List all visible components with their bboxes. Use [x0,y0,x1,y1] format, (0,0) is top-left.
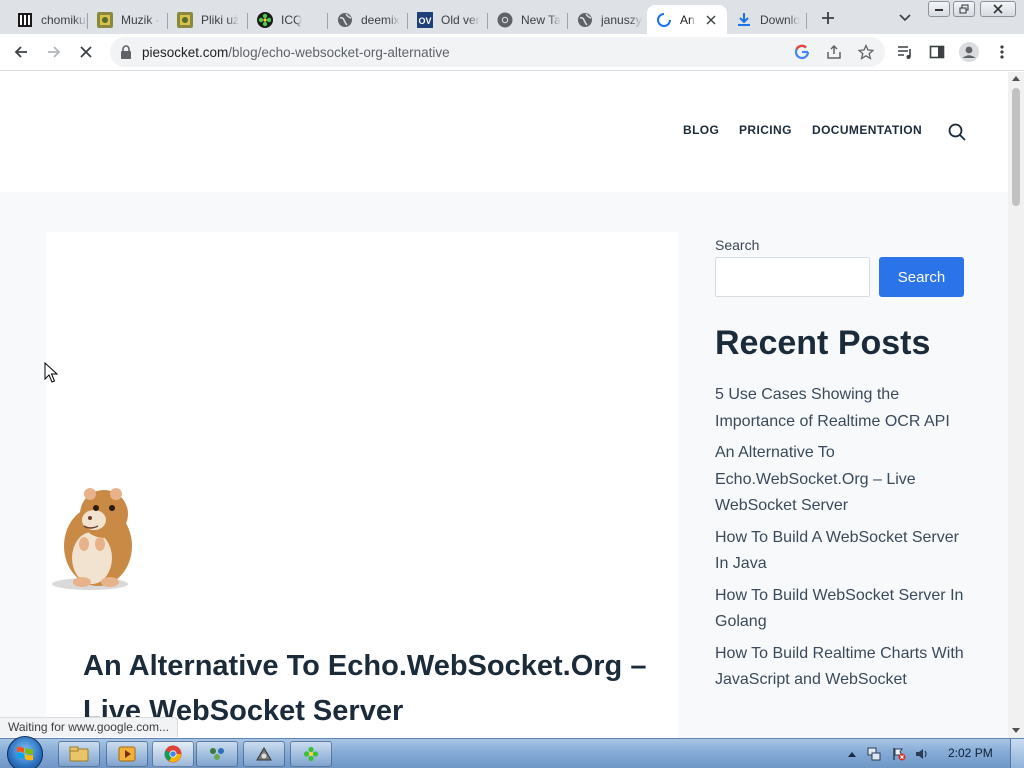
tab-title: New Ta [521,12,561,27]
puzzle-icon [97,11,113,28]
nav-blog[interactable]: BLOG [683,123,719,137]
lock-icon[interactable] [118,44,134,60]
recent-post-link[interactable]: 5 Use Cases Showing the Importance of Re… [715,382,965,435]
tab-old-version[interactable]: OV Old ver [408,5,488,34]
nav-documentation[interactable]: DOCUMENTATION [812,123,922,137]
search-button[interactable]: Search [879,257,964,297]
minimize-window-button[interactable] [928,1,950,17]
tab-title: januszy [601,12,642,27]
tab-icq[interactable]: ICQ [248,5,328,34]
taskbar-icq-icon[interactable] [290,741,332,767]
tab-januszy[interactable]: januszy [568,5,648,34]
taskbar-network-icon[interactable] [196,741,238,767]
show-hidden-icons-icon[interactable] [845,747,859,761]
tray-network-icon[interactable] [867,747,881,761]
tab-title: Muzik - [121,12,160,27]
tab-title: ICQ [281,12,303,27]
tab-title: An [680,12,695,27]
taskbar-chrome-icon[interactable] [152,741,194,767]
share-icon[interactable] [824,42,844,62]
svg-text:OV: OV [419,16,432,26]
tab-title: Downlo [760,12,801,27]
media-controls-icon[interactable] [892,39,918,65]
url-host: piesocket.com [142,45,229,60]
tab-new-tab[interactable]: New Ta [488,5,568,34]
tab-title: chomikuj [41,12,88,27]
recent-post-link[interactable]: How To Build WebSocket Server In Golang [715,583,965,636]
ov-icon: OV [417,11,433,28]
restore-window-button[interactable] [953,1,975,17]
recent-post-link[interactable]: How To Build Realtime Charts With JavaSc… [715,641,965,694]
site-header: BLOG PRICING DOCUMENTATION [0,72,1008,192]
side-panel-icon[interactable] [924,39,950,65]
recent-posts-list: 5 Use Cases Showing the Importance of Re… [715,382,965,699]
puzzle-icon [177,11,193,28]
search-label: Search [715,237,760,253]
windows-taskbar: 2:02 PM [0,736,1024,768]
mouse-cursor-icon [44,361,59,384]
tray-flag-alert-icon[interactable] [892,747,906,761]
download-icon [736,12,752,28]
taskbar-explorer-icon[interactable] [58,741,100,767]
taskbar-app-icon[interactable] [243,741,285,767]
new-tab-button[interactable] [817,7,839,29]
chrome-icon [497,12,513,28]
url-path: /blog/echo-websocket-org-alternative [228,45,450,60]
search-input[interactable] [715,257,870,297]
scroll-up-arrow-icon[interactable] [1012,76,1020,81]
recent-posts-heading: Recent Posts [715,324,931,362]
back-button[interactable] [8,39,34,65]
tab-title: deemix [361,12,400,27]
scroll-down-arrow-icon[interactable] [1012,728,1020,733]
recent-post-link[interactable]: An Alternative To Echo.WebSocket.Org – L… [715,440,965,520]
tab-strip: chomikuj Muzik - Pliki uż ICQ deemix OV … [0,0,1024,34]
search-icon[interactable] [947,122,967,142]
icq-flower-icon [257,11,273,28]
volume-icon[interactable] [915,747,929,761]
globe-icon [337,12,353,28]
nav-pricing[interactable]: PRICING [739,123,792,137]
globe-icon [577,12,593,28]
bookmark-star-icon[interactable] [856,42,876,62]
tab-deemix[interactable]: deemix [328,5,408,34]
taskbar-clock[interactable]: 2:02 PM [948,746,993,760]
recent-post-link[interactable]: How To Build A WebSocket Server In Java [715,525,965,578]
address-bar[interactable]: piesocket.com/blog/echo-websocket-org-al… [110,37,885,67]
page-viewport: BLOG PRICING DOCUMENTATION An Alternativ… [0,72,1008,738]
loading-spinner-icon [656,12,672,28]
show-desktop-button[interactable] [1010,739,1024,768]
status-bubble: Waiting for www.google.com... [0,717,178,737]
forward-button[interactable] [41,39,67,65]
url-text[interactable]: piesocket.com/blog/echo-websocket-org-al… [142,45,450,60]
tab-pliki[interactable]: Pliki uż [168,5,248,34]
tab-chomikuj[interactable]: chomikuj [8,5,88,34]
page-scrollbar[interactable] [1008,72,1024,738]
tab-search-chevron-icon[interactable] [895,8,915,28]
browser-menu-icon[interactable] [989,39,1015,65]
library-icon [17,12,33,28]
stop-loading-button[interactable] [73,39,99,65]
tab-muzik[interactable]: Muzik - [88,5,168,34]
start-button[interactable] [7,736,43,768]
tab-download[interactable]: Downlo [727,5,807,34]
scroll-thumb[interactable] [1012,88,1020,206]
profile-avatar[interactable] [956,39,982,65]
close-tab-icon[interactable] [703,12,719,28]
hamster-image [50,484,140,592]
tab-title: Pliki uż [201,12,240,27]
taskbar-media-player-icon[interactable] [106,741,148,767]
close-window-button[interactable] [980,1,1016,17]
browser-toolbar: piesocket.com/blog/echo-websocket-org-al… [0,34,1024,71]
google-translate-icon[interactable] [792,42,812,62]
tab-active-piesocket[interactable]: An [647,5,727,34]
tab-title: Old ver [441,12,480,27]
